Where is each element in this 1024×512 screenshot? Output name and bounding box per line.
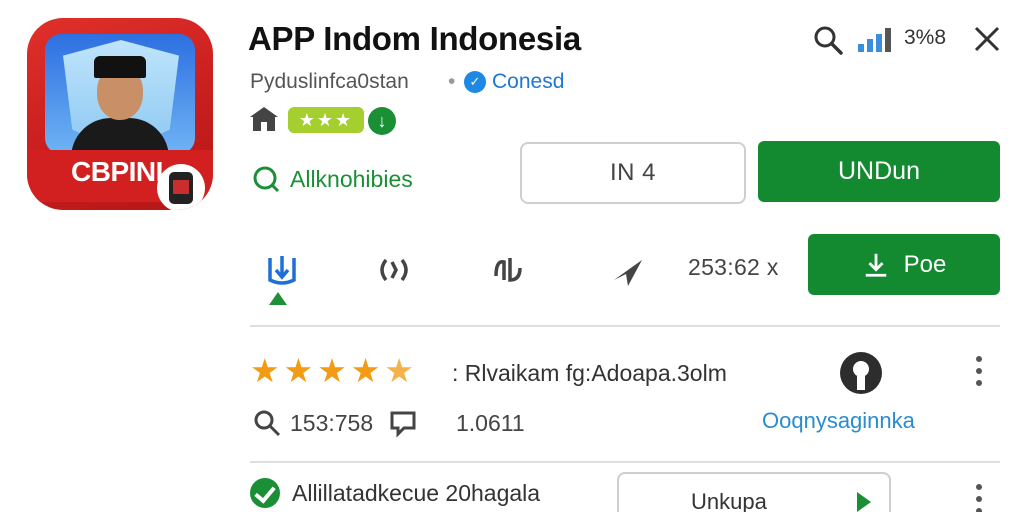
stat-views: 153:758 [252, 408, 373, 438]
developer-name[interactable]: Pydusl​infca0stan [250, 70, 409, 94]
star-icon: ★ [384, 352, 414, 389]
verified-badge-icon: ✓ [464, 71, 486, 93]
download-badge-icon: ↓ [368, 107, 396, 135]
review-text: : Rlvaikam fg:Adoapa.3olm [452, 360, 727, 386]
store-icon [250, 107, 278, 131]
more-options-icon[interactable] [974, 484, 984, 512]
app-size-text: 253:62 x [688, 254, 779, 280]
download-button-label: Poe [903, 250, 947, 278]
refresh-icon[interactable] [374, 250, 414, 290]
more-options-icon[interactable] [974, 356, 984, 386]
stat-comments: 1.0611 [388, 408, 525, 438]
stat-comments-value: 1.0611 [456, 409, 525, 436]
star-icon: ★ [350, 352, 381, 389]
download-tab-icon[interactable] [262, 250, 302, 290]
divider [250, 461, 1000, 463]
wishlist-label: Allknohibies [290, 165, 413, 192]
app-icon: CBPINI [27, 18, 213, 210]
install-button[interactable]: UNDun [758, 141, 1000, 202]
star-icon: ★ [283, 352, 314, 389]
avatar[interactable] [840, 352, 882, 394]
review-stars: ★ ★ ★ ★ ★ [250, 354, 414, 388]
app-icon-text: CBPINI [71, 156, 163, 187]
divider [250, 325, 1000, 327]
comment-icon [390, 411, 416, 438]
phone-badge-icon [157, 164, 205, 210]
check-icon [250, 478, 280, 508]
developer-link[interactable]: Conesd [492, 70, 564, 94]
review-link[interactable]: Ooqnysaginnka [762, 408, 915, 434]
star-icon: ★ [317, 352, 347, 389]
send-icon[interactable] [608, 250, 648, 290]
secondary-button[interactable]: IN 4 [520, 142, 746, 204]
play-icon [857, 492, 871, 512]
star-icon: ★ [250, 352, 280, 389]
stat-views-value: 153:758 [290, 409, 374, 436]
search-outline-icon [253, 166, 280, 193]
active-tab-indicator [269, 292, 287, 305]
app-icon-person-cap [94, 56, 146, 78]
developer-separator: • [448, 70, 456, 93]
search-icon[interactable] [812, 24, 844, 56]
signal-icon [858, 26, 898, 52]
download-icon [865, 253, 886, 277]
signal-text: 3%8 [904, 26, 947, 49]
share-icon[interactable] [488, 250, 528, 290]
update-text: Allillatadkecue 20hagala [292, 480, 541, 506]
close-icon[interactable] [972, 24, 1002, 54]
rating-badge: ★★★ [288, 107, 364, 133]
download-button[interactable]: Poe [808, 234, 1000, 295]
wishlist-link[interactable]: Allknohibies [252, 162, 413, 196]
app-title: APP Indom Indonesia [248, 20, 581, 57]
search-icon [254, 410, 281, 437]
update-button[interactable]: Unkupa [617, 472, 891, 512]
update-button-label: Unkupa [691, 489, 767, 512]
